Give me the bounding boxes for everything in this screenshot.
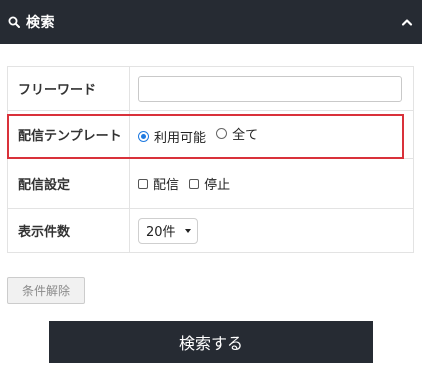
setting-cell: 配信 停止 — [129, 158, 414, 209]
caret-down-icon — [185, 228, 191, 233]
search-panel: 検索 フリーワード 配信テンプレート 利用可能 全て 配信設定 配信 停止 表示… — [0, 0, 422, 373]
freeword-input[interactable] — [138, 75, 402, 102]
checkbox-deliver-label: 配信 — [153, 178, 180, 193]
count-select-value: 20件 — [146, 225, 176, 240]
freeword-label: フリーワード — [7, 66, 130, 111]
checkbox-stop-label: 停止 — [204, 178, 231, 193]
template-cell: 利用可能 全て — [129, 110, 414, 159]
checkbox-stop-box[interactable] — [189, 178, 200, 189]
search-icon — [8, 16, 20, 28]
checkbox-deliver[interactable]: 配信 — [138, 174, 179, 193]
radio-all-label: 全て — [232, 127, 259, 143]
header-left: 検索 — [8, 12, 55, 32]
search-submit-button[interactable]: 検索する — [49, 321, 373, 363]
radio-all[interactable]: 全て — [216, 124, 258, 143]
radio-all-button[interactable] — [216, 127, 228, 139]
checkbox-stop[interactable]: 停止 — [189, 174, 230, 193]
clear-conditions-button[interactable]: 条件解除 — [7, 277, 85, 304]
checkbox-deliver-box[interactable] — [138, 178, 148, 189]
radio-available-label: 利用可能 — [154, 130, 207, 146]
chevron-up-icon[interactable] — [400, 15, 414, 29]
row-count: 表示件数 20件 — [7, 208, 414, 253]
template-label: 配信テンプレート — [7, 110, 130, 159]
setting-label: 配信設定 — [7, 158, 130, 209]
search-header[interactable]: 検索 — [0, 0, 422, 44]
row-freeword: フリーワード — [7, 66, 414, 111]
row-setting: 配信設定 配信 停止 — [7, 158, 414, 209]
count-label: 表示件数 — [7, 208, 130, 253]
row-template: 配信テンプレート 利用可能 全て — [7, 110, 414, 159]
count-cell: 20件 — [129, 208, 414, 253]
radio-available-button[interactable] — [138, 130, 149, 142]
freeword-cell — [129, 66, 414, 111]
count-select[interactable]: 20件 — [138, 217, 198, 244]
header-title: 検索 — [26, 15, 55, 31]
search-form-table: フリーワード 配信テンプレート 利用可能 全て 配信設定 配信 停止 表示件数 … — [7, 66, 414, 253]
radio-available[interactable]: 利用可能 — [138, 127, 206, 146]
